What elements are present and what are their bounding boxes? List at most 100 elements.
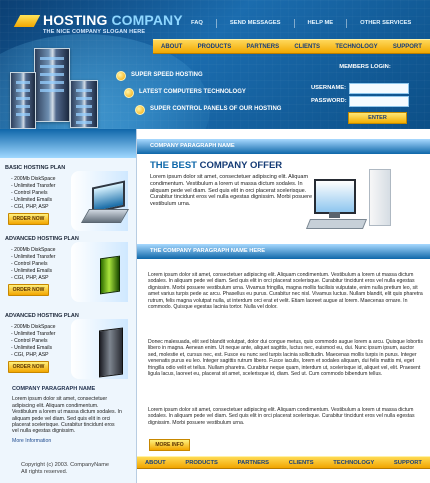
username-label: USERNAME: <box>311 85 347 91</box>
main-content: COMPANY PARAGRAPH NAME THE BEST COMPANY … <box>137 129 430 483</box>
footer-navigation: ABOUT PRODUCTS PARTNERS CLIENTS TECHNOLO… <box>137 456 430 469</box>
footer-nav-technology[interactable]: TECHNOLOGY <box>333 460 374 466</box>
brand-title-part-one: HOSTING <box>43 12 108 28</box>
sidebar-paragraph: COMPANY PARAGRAPH NAME Lorem ipsum dolor… <box>12 386 122 444</box>
members-login-panel: MEMBERS LOGIN: USERNAME: PASSWORD: ENTER <box>311 62 419 126</box>
top-menu-faq[interactable]: FAQ <box>191 20 203 28</box>
hosting-plan-card: ADVANCED HOSTING PLAN - 200Mb DiskSpace … <box>5 309 131 383</box>
plan-feature-item: - 200Mb DiskSpace <box>11 247 56 253</box>
computer-tower-icon <box>369 169 391 226</box>
main-paragraph: Lorem ipsum dolor sit amet, consectetuer… <box>148 407 415 426</box>
plan-feature-item: - Unlimited Emails <box>11 267 53 274</box>
section-heading-bar: THE COMPANY PARAGRAPH NAME HERE <box>137 244 430 259</box>
gold-bullet-icon <box>135 105 145 115</box>
footer-nav-products[interactable]: PRODUCTS <box>185 460 218 466</box>
nav-partners[interactable]: PARTNERS <box>247 44 280 50</box>
plan-feature-item: - Unlimited Transfer <box>11 182 56 189</box>
top-menu-help-me[interactable]: HELP ME <box>308 20 334 28</box>
server-towers-image <box>0 32 118 129</box>
main-paragraph: Lorem ipsum dolor sit amet, consectetuer… <box>148 272 423 311</box>
main-navigation: ABOUT PRODUCTS PARTNERS CLIENTS TECHNOLO… <box>153 39 430 54</box>
plan-features: - 200Mb DiskSpace - Unlimited Transfer -… <box>11 324 61 359</box>
desktop-computer-image <box>305 169 412 234</box>
nav-technology[interactable]: TECHNOLOGY <box>335 44 377 50</box>
server-tower-icon <box>99 327 123 378</box>
section-heading-bar: COMPANY PARAGRAPH NAME <box>137 139 430 154</box>
password-label: PASSWORD: <box>311 98 347 104</box>
plan-feature-item: - CGI, PHP, ASP <box>11 351 49 358</box>
nav-support[interactable]: SUPPORT <box>393 44 422 50</box>
top-menu-divider <box>293 19 295 28</box>
plan-feature-item: - Unlimited Emails <box>11 196 53 203</box>
feature-text: SUPER CONTROL PANELS OF OUR HOSTING <box>150 106 282 112</box>
plan-feature-item: - Control Panels <box>11 260 48 267</box>
hosting-company-page: HOSTING COMPANY THE NICE COMPANY SLOGAN … <box>0 0 430 483</box>
monitor-icon <box>314 179 356 218</box>
plan-features: - 200Mb DiskSpace - Unlimited Transfer -… <box>11 176 61 211</box>
plan-features: - 200Mb DiskSpace - Unlimited Transfer -… <box>11 247 61 282</box>
right-server-icon <box>70 80 98 128</box>
offer-title-part-two: COMPANY OFFER <box>196 160 283 171</box>
main-paragraph: Donec malesuada, elit sed blandit volutp… <box>148 339 423 378</box>
green-box-image <box>71 242 128 302</box>
username-input[interactable] <box>349 83 409 94</box>
offer-title: THE BEST COMPANY OFFER <box>150 160 315 171</box>
plan-feature-item: - CGI, PHP, ASP <box>11 274 49 281</box>
top-menu-divider <box>346 19 348 28</box>
plan-feature-item: - Unlimited Transfer <box>11 253 56 260</box>
nav-products[interactable]: PRODUCTS <box>198 44 232 50</box>
hosting-logo-icon <box>13 15 41 27</box>
feature-list: SUPER SPEED HOSTING LATEST COMPUTERS TEC… <box>116 70 281 121</box>
laptop-base-icon <box>80 209 130 223</box>
top-menu-other-services[interactable]: OTHER SERVICES <box>360 20 411 28</box>
feature-text: LATEST COMPUTERS TECHNOLOGY <box>139 89 246 95</box>
plan-feature-item: - Control Panels <box>11 189 48 196</box>
footer-nav-partners[interactable]: PARTNERS <box>238 460 269 466</box>
nav-clients[interactable]: CLIENTS <box>294 44 320 50</box>
more-information-link[interactable]: More Information <box>12 438 122 444</box>
sidebar-paragraph-title: COMPANY PARAGRAPH NAME <box>12 386 96 392</box>
offer-title-part-one: THE BEST <box>150 160 197 171</box>
top-menu-send-messages[interactable]: SEND MESSAGES <box>230 20 281 28</box>
site-header: HOSTING COMPANY THE NICE COMPANY SLOGAN … <box>0 0 430 129</box>
laptop-image <box>71 171 130 231</box>
hosting-plan-card: ADVANCED HOSTING PLAN - 200Mb DiskSpace … <box>5 232 131 306</box>
green-box-icon <box>100 255 120 295</box>
gold-bullet-icon <box>124 88 134 98</box>
sidebar-top-gradient <box>0 129 136 158</box>
sidebar-paragraph-text: Lorem ipsum dolor sit amet, consectetuer… <box>12 396 122 435</box>
more-info-button[interactable]: MORE INFO <box>149 439 190 451</box>
copyright-text: Copyright (c) 2003. CompanyName All righ… <box>21 462 109 475</box>
order-now-button[interactable]: ORDER NOW <box>8 213 49 225</box>
large-server-icon <box>34 48 70 122</box>
top-menu-divider <box>215 19 217 28</box>
keyboard-icon <box>305 219 368 229</box>
order-now-button[interactable]: ORDER NOW <box>8 361 49 373</box>
left-server-icon <box>10 72 36 129</box>
plan-feature-item: - Unlimited Emails <box>11 344 53 351</box>
left-sidebar: BASIC HOSTING PLAN - 200Mb DiskSpace - U… <box>0 129 137 483</box>
login-title: MEMBERS LOGIN: <box>339 64 391 70</box>
offer-text: Lorem ipsum dolor sit amet, consectetuer… <box>150 174 313 208</box>
feature-item: LATEST COMPUTERS TECHNOLOGY <box>124 87 246 104</box>
company-offer: THE BEST COMPANY OFFER Lorem ipsum dolor… <box>150 160 315 208</box>
feature-text: SUPER SPEED HOSTING <box>131 72 203 78</box>
footer-nav-about[interactable]: ABOUT <box>145 460 166 466</box>
brand-title-part-two: COMPANY <box>107 12 183 28</box>
footer-nav-support[interactable]: SUPPORT <box>394 460 422 466</box>
plan-feature-item: - Control Panels <box>11 337 48 344</box>
plan-feature-item: - 200Mb DiskSpace <box>11 176 56 182</box>
plan-feature-item: - CGI, PHP, ASP <box>11 203 49 210</box>
nav-about[interactable]: ABOUT <box>161 44 182 50</box>
plan-title: ADVANCED HOSTING PLAN <box>5 313 79 319</box>
order-now-button[interactable]: ORDER NOW <box>8 284 49 296</box>
footer-nav-clients[interactable]: CLIENTS <box>289 460 314 466</box>
enter-button[interactable]: ENTER <box>348 112 407 124</box>
password-input[interactable] <box>349 96 409 107</box>
top-menu: FAQ SEND MESSAGES HELP ME OTHER SERVICES <box>179 19 411 28</box>
plan-feature-item: - 200Mb DiskSpace <box>11 324 56 330</box>
hosting-plan-card: BASIC HOSTING PLAN - 200Mb DiskSpace - U… <box>5 161 131 235</box>
plan-title: ADVANCED HOSTING PLAN <box>5 236 79 242</box>
feature-item: SUPER SPEED HOSTING <box>116 70 203 87</box>
gold-bullet-icon <box>116 71 126 81</box>
